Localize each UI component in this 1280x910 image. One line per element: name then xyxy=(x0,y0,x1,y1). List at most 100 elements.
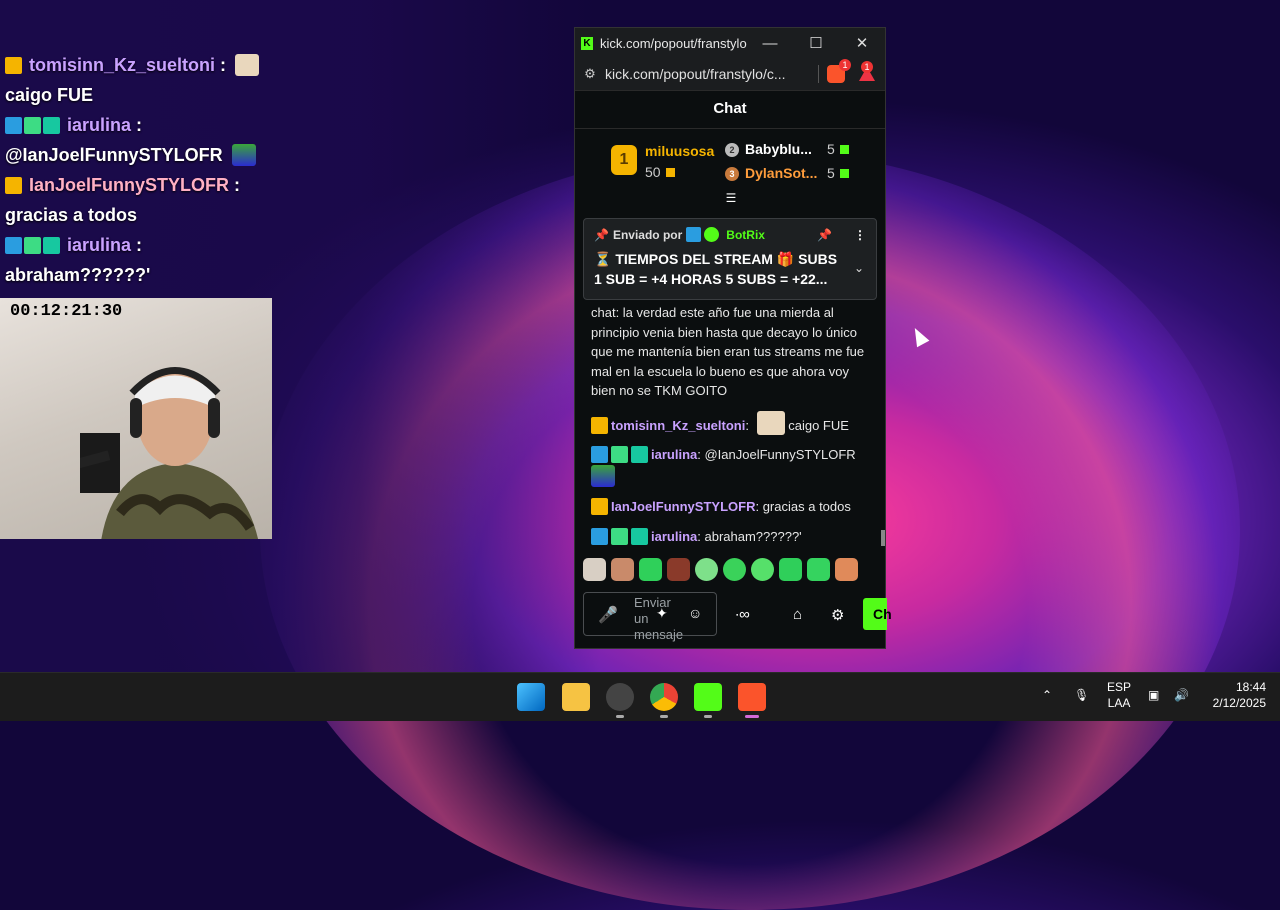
emote-icon[interactable] xyxy=(639,558,662,581)
rewards-count: 1 xyxy=(861,61,873,73)
close-button[interactable]: ✕ xyxy=(839,34,885,52)
crown-badge-icon xyxy=(591,416,608,434)
leaderboard-second-value: 5 xyxy=(827,141,849,157)
emote-icon xyxy=(231,144,256,166)
vip-badge-icon xyxy=(631,446,648,463)
crown-badge-icon xyxy=(5,177,22,194)
emoji-icon[interactable]: ☺ xyxy=(688,605,702,621)
og-badge-icon xyxy=(611,527,628,545)
overlay-separator: : xyxy=(131,235,143,255)
message-username[interactable]: iarulina xyxy=(651,447,697,462)
window-titlebar: K kick.com/popout/franstylo... — ☐ ✕ xyxy=(575,28,885,58)
address-bar: ⚙ kick.com/popout/franstylo/c... 1 1 xyxy=(575,58,885,91)
pinned-by-user[interactable]: BotRix xyxy=(726,228,765,242)
volume-icon[interactable]: 🔊 xyxy=(1174,687,1189,703)
message-username[interactable]: iarulina xyxy=(651,529,697,544)
brave-browser-icon[interactable] xyxy=(738,683,766,718)
gift-icon xyxy=(839,145,849,154)
maximize-button[interactable]: ☐ xyxy=(793,34,839,52)
emote-icon[interactable] xyxy=(667,558,690,581)
chat-message: iarulina: abraham??????' xyxy=(591,527,871,547)
overlay-line: iarulina : xyxy=(0,110,300,140)
overlay-separator: : xyxy=(215,55,227,75)
emote-icon xyxy=(756,410,785,435)
emote-icon[interactable] xyxy=(611,558,634,581)
leaderboard-third-value: 5 xyxy=(827,165,849,181)
kick-emote-icon[interactable]: ✦ xyxy=(656,605,668,622)
overlay-username: IanJoelFunnySTYLOFR xyxy=(29,175,230,195)
site-settings-icon[interactable]: ⚙ xyxy=(575,66,605,82)
clock[interactable]: 18:44 2/12/2025 xyxy=(1200,679,1266,711)
emote-icon[interactable] xyxy=(695,558,718,581)
og-badge-icon xyxy=(24,237,41,254)
chat-scrollbar[interactable] xyxy=(881,530,885,546)
message-username[interactable]: tomisinn_Kz_sueltoni xyxy=(611,418,745,433)
chevron-up-icon[interactable]: ⌃ xyxy=(1042,687,1052,703)
clock-date: 2/12/2025 xyxy=(1212,696,1266,710)
chevron-down-icon[interactable]: ⌄ xyxy=(854,261,864,275)
running-indicator xyxy=(616,715,624,718)
shields-count: 1 xyxy=(839,59,851,71)
chat-message: iarulina: @IanJoelFunnySTYLOFR xyxy=(591,445,871,487)
chat-messages: chat: la verdad este año fue una mierda … xyxy=(591,303,871,556)
bronze-medal-icon: 3 xyxy=(725,167,739,181)
chat-input[interactable]: 🎤 Enviar un mensaje ✦ ☺ xyxy=(583,592,717,642)
pinned-header: 📌 Enviado por BotRix 📌 ⋮ xyxy=(594,227,866,242)
emote-icon[interactable] xyxy=(723,558,746,581)
clock-time: 18:44 xyxy=(1235,680,1266,694)
og-badge-icon xyxy=(24,117,41,134)
emote-icon[interactable] xyxy=(807,558,830,581)
network-icon[interactable]: ▣ xyxy=(1148,687,1159,703)
keyboard-layout: LAA xyxy=(1107,696,1131,710)
store-icon[interactable]: ⌂ xyxy=(793,606,802,623)
overlay-line: tomisinn_Kz_sueltoni : xyxy=(0,50,300,80)
overlay-username: iarulina xyxy=(67,235,132,255)
overlay-line: gracias a todos xyxy=(5,205,138,225)
chat-message: chat: la verdad este año fue una mierda … xyxy=(591,303,871,401)
pinned-text: ⏳ TIEMPOS DEL STREAM 🎁 SUBS 1 SUB = +4 H… xyxy=(594,251,838,287)
divider xyxy=(818,65,819,83)
minimize-button[interactable]: — xyxy=(747,35,793,52)
moderator-badge-icon xyxy=(591,446,608,463)
leaderboard-second-count: 5 xyxy=(827,141,835,157)
leaderboard-second[interactable]: 2 Babyblu... 5 xyxy=(725,141,849,157)
microphone-icon[interactable]: 🎤 xyxy=(598,605,618,625)
brave-rewards-icon[interactable]: 1 xyxy=(859,61,875,81)
kick-favicon-icon: K xyxy=(581,36,593,50)
collapse-leaderboard-icon[interactable]: ☰ xyxy=(723,191,739,205)
overlay-line: @IanJoelFunnySTYLOFR xyxy=(0,140,300,170)
leaderboard-first-name[interactable]: miluusosa xyxy=(645,143,714,159)
emote-icon[interactable] xyxy=(583,558,606,581)
overlay-line: caigo FUE xyxy=(5,85,94,105)
file-explorer-icon[interactable] xyxy=(562,683,590,711)
overlay-line: IanJoelFunnySTYLOFR : xyxy=(0,170,300,200)
microphone-icon[interactable]: 🎙 xyxy=(1074,687,1089,703)
brave-shields-icon[interactable]: 1 xyxy=(827,59,851,83)
streamer-image xyxy=(80,367,258,539)
vip-badge-icon xyxy=(43,237,60,254)
gift-icon xyxy=(665,168,675,177)
emote-icon[interactable] xyxy=(779,558,802,581)
vip-badge-icon xyxy=(631,527,648,545)
message-username[interactable]: IanJoelFunnySTYLOFR xyxy=(611,499,755,514)
leaderboard-third[interactable]: 3 DylanSot... 5 xyxy=(725,165,849,181)
input-language[interactable]: ESP LAA xyxy=(1106,679,1132,711)
leaderboard-third-count: 5 xyxy=(827,165,835,181)
predictions-icon[interactable]: ∙∞ xyxy=(735,606,750,623)
emote-icon[interactable] xyxy=(751,558,774,581)
emote-icon[interactable] xyxy=(835,558,858,581)
obs-icon[interactable] xyxy=(606,683,634,718)
unpin-icon[interactable]: 📌 xyxy=(817,228,832,242)
more-options-icon[interactable]: ⋮ xyxy=(854,228,866,242)
emote-icon xyxy=(591,464,615,487)
windows-start-icon[interactable] xyxy=(517,683,545,711)
gear-icon[interactable]: ⚙ xyxy=(831,606,844,624)
pinned-actions: 📌 ⋮ xyxy=(817,228,866,242)
gift-icon xyxy=(839,169,849,178)
chat-message: IanJoelFunnySTYLOFR: gracias a todos xyxy=(591,497,871,517)
url-field[interactable]: kick.com/popout/franstylo/c... xyxy=(605,66,818,82)
send-chat-button[interactable]: Ch xyxy=(863,598,892,630)
kick-app-icon[interactable] xyxy=(694,683,722,718)
chrome-icon[interactable] xyxy=(650,683,678,718)
quick-emote-bar xyxy=(583,558,858,581)
